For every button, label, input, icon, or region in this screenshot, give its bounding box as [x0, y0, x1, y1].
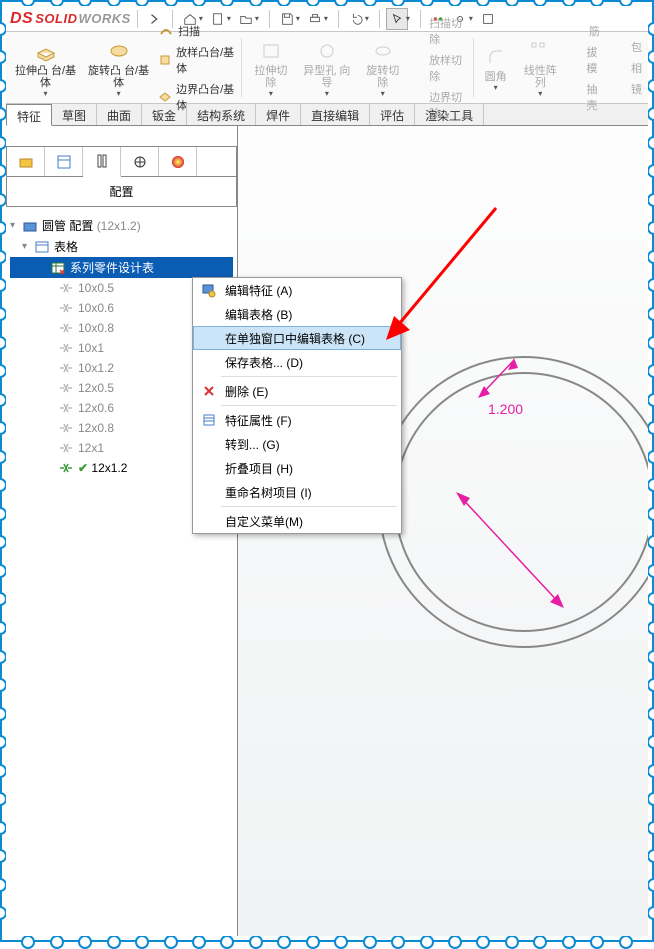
select-icon[interactable] [386, 8, 408, 30]
fillet-button[interactable]: 圆角▾ [478, 34, 514, 101]
loft-button[interactable]: 放样凸台/基体 [156, 42, 237, 78]
title-bar: DS SOLIDWORKS ▾ ▾ ▾ ▾ ▾ ▾ ▾ ▾ [6, 6, 648, 32]
extrude-boss-button[interactable]: 拉伸凸 台/基体▾ [10, 34, 81, 101]
properties-icon [199, 412, 219, 428]
delete-icon [199, 383, 219, 399]
config-name: 10x1.2 [78, 361, 114, 375]
ctx-delete[interactable]: 删除 (E) [193, 379, 401, 403]
edit-feature-icon [199, 282, 219, 298]
tab-evaluate[interactable]: 评估 [370, 104, 415, 125]
panel-tab-assembly-icon[interactable] [7, 147, 45, 176]
linear-pattern-button[interactable]: 线性阵 列▾ [516, 34, 565, 101]
ctx-custom[interactable]: 自定义菜单(M) [193, 509, 401, 533]
config-name: 12x1.2 [91, 461, 127, 475]
tree-design-table[interactable]: 系列零件设计表 [10, 257, 233, 278]
save-icon[interactable] [276, 8, 298, 30]
context-menu: 编辑特征 (A) 编辑表格 (B) 在单独窗口中编辑表格 (C) 保存表格...… [192, 277, 402, 534]
config-suppress-icon [58, 300, 74, 316]
print-icon[interactable] [304, 8, 326, 30]
config-suppress-icon [58, 360, 74, 376]
config-name: 10x0.6 [78, 301, 114, 315]
command-tabs: 特征 草图 曲面 钣金 结构系统 焊件 直接编辑 评估 渲染工具 [6, 104, 648, 126]
open-icon[interactable] [235, 8, 257, 30]
revolve-cut-button[interactable]: 旋转切 除▾ [358, 34, 407, 101]
revolve-boss-button[interactable]: 旋转凸 台/基体▾ [83, 34, 154, 101]
config-suppress-icon [58, 340, 74, 356]
tab-feature[interactable]: 特征 [6, 104, 52, 126]
tree-table[interactable]: ▾ 表格 [10, 236, 233, 257]
config-name: 10x0.5 [78, 281, 114, 295]
config-suppress-icon [58, 280, 74, 296]
config-name: 10x1 [78, 341, 104, 355]
tree-root[interactable]: ▾ 圆管 配置 (12x1.2) [10, 215, 233, 236]
panel-tab-property-icon[interactable] [45, 147, 83, 176]
ctx-edit-feature[interactable]: 编辑特征 (A) [193, 278, 401, 302]
undo-icon[interactable] [345, 8, 367, 30]
ribbon: 拉伸凸 台/基体▾ 旋转凸 台/基体▾ 扫描 放样凸台/基体 边界凸台/基体 拉… [6, 32, 648, 104]
config-suppress-icon [58, 320, 74, 336]
extrude-cut-button[interactable]: 拉伸切 除▾ [246, 34, 295, 101]
rebuild-icon[interactable] [477, 8, 499, 30]
app-name-1: SOLID [35, 11, 77, 26]
config-name: 12x0.5 [78, 381, 114, 395]
ctx-edit-table[interactable]: 编辑表格 (B) [193, 302, 401, 326]
sweep-cut-button[interactable]: 扫描切除 [409, 13, 468, 49]
panel-title: 配置 [7, 177, 236, 207]
tab-sheetmetal[interactable]: 钣金 [142, 104, 187, 125]
ctx-goto[interactable]: 转到... (G) [193, 432, 401, 456]
config-suppress-icon [58, 420, 74, 436]
app-name-2: WORKS [78, 11, 130, 26]
app-logo: DS SOLIDWORKS [10, 10, 131, 28]
dimension-label: 1.200 [488, 401, 523, 417]
ctx-collapse[interactable]: 折叠项目 (H) [193, 456, 401, 480]
tab-render[interactable]: 渲染工具 [415, 104, 484, 125]
ctx-rename[interactable]: 重命名树项目 (I) [193, 480, 401, 504]
config-suppress-icon [58, 440, 74, 456]
draft-button[interactable]: 拔模 [567, 42, 607, 78]
config-suppress-icon [58, 400, 74, 416]
tab-surface[interactable]: 曲面 [97, 104, 142, 125]
config-name: 12x1 [78, 441, 104, 455]
ctx-props[interactable]: 特征属性 (F) [193, 408, 401, 432]
active-check-icon: ✔ [78, 461, 88, 475]
hole-wizard-button[interactable]: 异型孔 向导▾ [297, 34, 356, 101]
panel-tab-appearance-icon[interactable] [159, 147, 197, 176]
config-suppress-icon [58, 460, 74, 476]
shell-button[interactable]: 抽壳 [567, 79, 607, 115]
tab-directedit[interactable]: 直接编辑 [301, 104, 370, 125]
wrap-button[interactable]: 包 [609, 37, 644, 57]
loft-cut-button[interactable]: 放样切除 [409, 50, 468, 86]
tab-structure[interactable]: 结构系统 [187, 104, 256, 125]
intersect-button[interactable]: 相 [609, 58, 644, 78]
config-name: 12x0.8 [78, 421, 114, 435]
sweep-button[interactable]: 扫描 [156, 21, 237, 41]
tab-weldment[interactable]: 焊件 [256, 104, 301, 125]
panel-tab-config-icon[interactable] [83, 147, 121, 177]
config-suppress-icon [58, 380, 74, 396]
panel-tab-dim-icon[interactable] [121, 147, 159, 176]
rib-button[interactable]: 筋 [567, 21, 607, 41]
ctx-save-table[interactable]: 保存表格... (D) [193, 350, 401, 374]
config-name: 10x0.8 [78, 321, 114, 335]
mirror-button[interactable]: 镜 [609, 79, 644, 99]
ctx-edit-table-window[interactable]: 在单独窗口中编辑表格 (C) [193, 326, 401, 350]
tab-sketch[interactable]: 草图 [52, 104, 97, 125]
config-name: 12x0.6 [78, 401, 114, 415]
